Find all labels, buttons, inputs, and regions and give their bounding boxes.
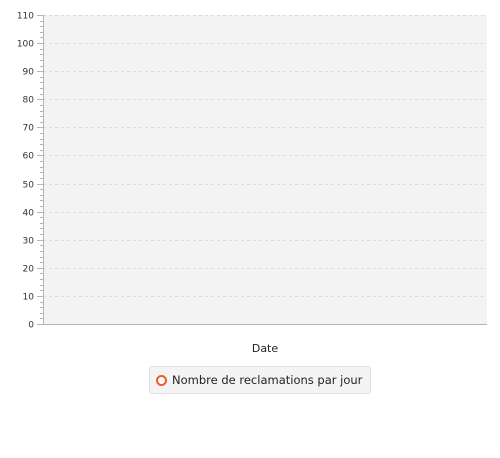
- y-tick-label: 60: [23, 152, 35, 162]
- y-tick-label: 70: [23, 124, 35, 134]
- legend-series-label: Nombre de reclamations par jour: [172, 373, 363, 387]
- y-tick-label: 50: [23, 181, 35, 191]
- y-tick-label: 100: [17, 40, 34, 50]
- legend[interactable]: Nombre de reclamations par jour: [149, 366, 372, 394]
- y-tick-label: 30: [23, 237, 35, 247]
- y-tick-label: 80: [23, 96, 35, 106]
- y-axis: 0 10 20 30 40 50 60 70 80 90 100 110: [17, 12, 44, 331]
- y-tick-label: 20: [23, 265, 35, 275]
- y-tick-label: 110: [17, 12, 34, 22]
- y-tick-label: 90: [23, 68, 35, 78]
- plot-area: [43, 15, 487, 324]
- y-tick-label: 40: [23, 209, 35, 219]
- x-axis-title: Date: [252, 342, 279, 355]
- y-tick-label: 0: [28, 321, 34, 331]
- y-tick-label: 10: [23, 293, 35, 303]
- legend-series-marker: [156, 374, 167, 386]
- chart-page: 0 10 20 30 40 50 60 70 80 90 100 110 Date Nombre de…: [0, 0, 500, 458]
